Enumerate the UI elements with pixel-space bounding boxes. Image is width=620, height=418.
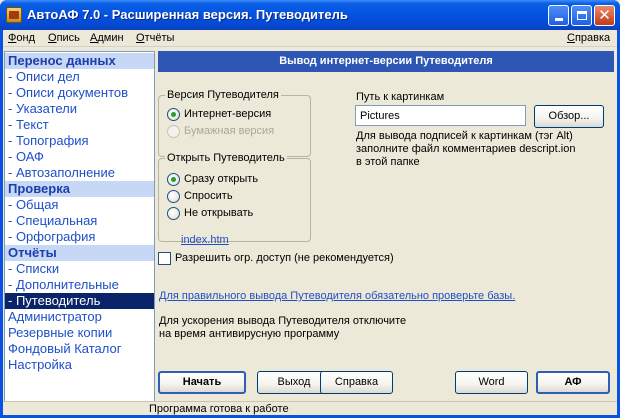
open-group: Открыть Путеводитель Сразу открыть Спрос… [158,152,311,242]
sidebar-item-document-inventories[interactable]: - Описи документов [5,85,154,101]
pictures-hint-1: Для вывода подписей к картинкам (тэг Alt… [356,130,573,142]
sidebar-section-check[interactable]: Проверка [5,181,154,197]
menu-bar: Фонд Опись Админ Отчёты Справка [3,30,617,47]
close-button[interactable]: ✕ [594,5,615,26]
app-logo-icon [6,7,22,23]
radio-checked-icon [167,172,180,186]
sidebar-item-general[interactable]: - Общая [5,197,154,213]
sidebar-navigation: Перенос данных - Описи дел - Описи докум… [4,51,155,406]
radio-ask[interactable]: Спросить [167,189,233,203]
sidebar-item-additional[interactable]: - Дополнительные [5,277,154,293]
status-bar: Программа готова к работе [3,401,617,415]
sidebar-item-guide[interactable]: - Путеводитель [5,293,154,309]
sidebar-section-transfer[interactable]: Перенос данных [5,53,154,69]
sidebar-item-case-inventories[interactable]: - Описи дел [5,69,154,85]
status-text: Программа готова к работе [149,403,289,415]
radio-do-not-open[interactable]: Не открывать [167,206,253,220]
close-icon: ✕ [598,6,611,24]
sidebar-item-backups[interactable]: Резервные копии [5,325,154,341]
menu-otchety[interactable]: Отчёты [136,32,174,44]
open-group-title: Открыть Путеводитель [165,152,287,164]
version-group: Версия Путеводителя Интернет-версия Бума… [158,89,311,157]
radio-paper-version: Бумажная версия [167,124,274,138]
menu-opis[interactable]: Опись [48,32,80,44]
radio-unchecked-icon [167,189,180,203]
pictures-path-input[interactable] [355,105,526,126]
title-bar[interactable]: АвтоАФ 7.0 - Расширенная версия. Путевод… [0,0,620,30]
maximize-button[interactable] [571,5,592,26]
sidebar-item-autofill[interactable]: - Автозаполнение [5,165,154,181]
client-area: Фонд Опись Админ Отчёты Справка Перенос … [3,30,617,415]
help-button[interactable]: Справка [320,371,393,394]
minimize-button[interactable] [548,5,569,26]
pictures-hint-2: заполните файл комментариев descript.ion [356,143,576,155]
restricted-access-label[interactable]: Разрешить огр. доступ (не рекомендуется) [175,252,394,264]
sidebar-item-settings[interactable]: Настройка [5,357,154,373]
menu-fond[interactable]: Фонд [8,32,35,44]
antivirus-note-2: на время антивирусную программу [159,328,340,340]
sidebar-item-text[interactable]: - Текст [5,117,154,133]
af-button[interactable]: АФ [536,371,610,394]
menu-help[interactable]: Справка [567,32,610,44]
pictures-hint-3: в этой папке [356,156,420,168]
sidebar-item-administrator[interactable]: Администратор [5,309,154,325]
radio-internet-version[interactable]: Интернет-версия [167,107,271,121]
sidebar-item-special[interactable]: - Специальная [5,213,154,229]
word-button[interactable]: Word [455,371,528,394]
app-window: АвтоАФ 7.0 - Расширенная версия. Путевод… [0,0,620,418]
sidebar-item-fund-catalog[interactable]: Фондовый Каталог [5,341,154,357]
radio-open-now[interactable]: Сразу открыть [167,172,258,186]
maximize-icon [576,11,587,20]
version-group-title: Версия Путеводителя [165,89,281,101]
panel-banner: Вывод интернет-версии Путеводителя [158,51,614,72]
sidebar-item-topography[interactable]: - Топография [5,133,154,149]
radio-disabled-icon [167,124,180,138]
radio-checked-icon [167,107,180,121]
antivirus-note-1: Для ускорения вывода Путеводителя отключ… [159,315,407,327]
menu-admin[interactable]: Админ [90,32,124,44]
pictures-path-label: Путь к картинкам [356,91,445,103]
sidebar-item-lists[interactable]: - Списки [5,261,154,277]
check-databases-link[interactable]: Для правильного вывода Путеводителя обяз… [159,290,515,302]
index-file-link[interactable]: index.htm [181,234,229,246]
sidebar-item-oaf[interactable]: - ОАФ [5,149,154,165]
main-panel: Вывод интернет-версии Путеводителя Верси… [158,51,614,401]
minimize-icon [554,18,563,21]
sidebar-item-indexes[interactable]: - Указатели [5,101,154,117]
browse-button[interactable]: Обзор... [534,105,604,128]
sidebar-section-reports[interactable]: Отчёты [5,245,154,261]
radio-unchecked-icon [167,206,180,220]
window-title: АвтоАФ 7.0 - Расширенная версия. Путевод… [27,7,348,22]
start-button[interactable]: Начать [158,371,246,394]
sidebar-item-spelling[interactable]: - Орфография [5,229,154,245]
restricted-access-checkbox[interactable] [158,252,171,265]
